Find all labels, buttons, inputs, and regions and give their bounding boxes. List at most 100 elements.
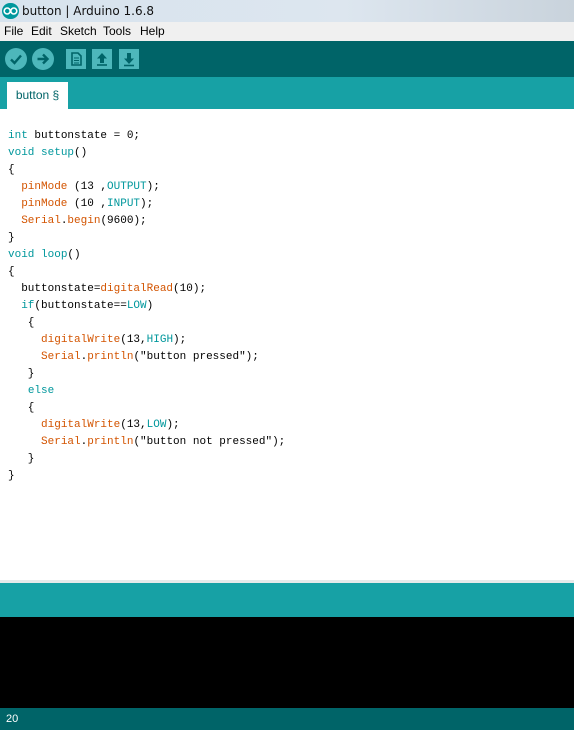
verify-icon [10,54,22,65]
code-token: ("button pressed"); [133,351,259,363]
code-token: (13 , [67,181,108,193]
code-line: { [8,400,35,417]
code-token: ) [146,300,154,312]
code-line: Serial.println("button not pressed"); [8,434,285,451]
code-token: { [8,402,35,414]
title-bar: button | Arduino 1.6.8 [0,0,574,22]
code-token: pinMode [21,181,68,193]
code-token: () [74,147,88,159]
code-token: Serial [41,351,81,363]
code-line: pinMode (13 ,OUTPUT); [8,179,160,196]
menu-help[interactable]: Help [140,22,165,41]
code-token: println [87,436,134,448]
code-token: } [8,232,15,244]
verify-button[interactable] [5,48,27,70]
code-token: (10 , [67,198,108,210]
code-line: if(buttonstate==LOW) [8,298,153,315]
code-token: (9600); [100,215,147,227]
save-icon [124,53,134,67]
code-line: int buttonstate = 0; [8,128,140,145]
code-token: if [21,300,35,312]
code-token: () [67,249,81,261]
upload-icon [37,53,50,65]
code-token: } [8,453,35,465]
code-line: pinMode (10 ,INPUT); [8,196,153,213]
code-token: OUTPUT [107,181,147,193]
code-line: { [8,264,15,281]
code-token: digitalWrite [41,419,121,431]
code-line: } [8,366,35,383]
code-line: void setup() [8,145,87,162]
code-token: void [8,147,35,159]
save-button[interactable] [119,49,139,69]
code-token: } [8,368,35,380]
code-token: digitalRead [100,283,174,295]
code-token: (13, [120,334,147,346]
window-title: button | Arduino 1.6.8 [22,4,155,18]
message-area [0,583,574,617]
code-token: digitalWrite [41,334,121,346]
menu-sketch[interactable]: Sketch [60,22,97,41]
code-token: int [8,130,28,142]
code-line: else [8,383,54,400]
code-token: { [8,266,15,278]
code-token: Serial [41,436,81,448]
new-icon [71,52,82,66]
code-token: loop [41,249,68,261]
arduino-logo-icon [2,3,19,19]
toolbar [0,41,574,77]
code-token: void [8,249,35,261]
code-token: setup [41,147,75,159]
code-editor[interactable]: int buttonstate = 0; void setup(){ pinMod… [0,109,574,580]
code-line: Serial.println("button pressed"); [8,349,259,366]
code-line: } [8,468,15,485]
code-token: (10); [173,283,207,295]
code-line: { [8,162,15,179]
open-icon [97,53,107,66]
tab-button[interactable]: button § [7,82,68,109]
code-token: ); [173,334,187,346]
code-line: digitalWrite(13,LOW); [8,417,180,434]
menu-file[interactable]: File [4,22,23,41]
menu-tools[interactable]: Tools [103,22,131,41]
code-token: ("button not pressed"); [133,436,286,448]
code-line: } [8,230,15,247]
new-sketch-button[interactable] [66,49,86,69]
code-line: Serial.begin(9600); [8,213,147,230]
code-token: INPUT [107,198,141,210]
status-bar: 20 [0,708,574,730]
code-token: { [8,164,15,176]
code-token: buttonstate= [8,283,101,295]
code-line: } [8,451,35,468]
open-button[interactable] [92,49,112,69]
code-token: ); [140,198,154,210]
code-token: buttonstate = 0; [27,130,141,142]
code-token: ); [146,181,160,193]
console-output [0,617,574,708]
code-token: LOW [126,300,147,312]
code-token: (buttonstate== [34,300,127,312]
menu-edit[interactable]: Edit [31,22,52,41]
code-line: void loop() [8,247,81,264]
code-line: buttonstate=digitalRead(10); [8,281,206,298]
code-token: } [8,470,15,482]
code-token: println [87,351,134,363]
upload-button[interactable] [32,48,54,70]
code-token: Serial [21,215,61,227]
menu-bar: File Edit Sketch Tools Help [0,22,574,41]
code-token: begin [67,215,101,227]
arduino-ide-window: button | Arduino 1.6.8 File Edit Sketch … [0,0,574,730]
code-token: else [27,385,55,397]
code-token: (13, [120,419,147,431]
code-token: ); [166,419,180,431]
code-token: { [8,317,35,329]
